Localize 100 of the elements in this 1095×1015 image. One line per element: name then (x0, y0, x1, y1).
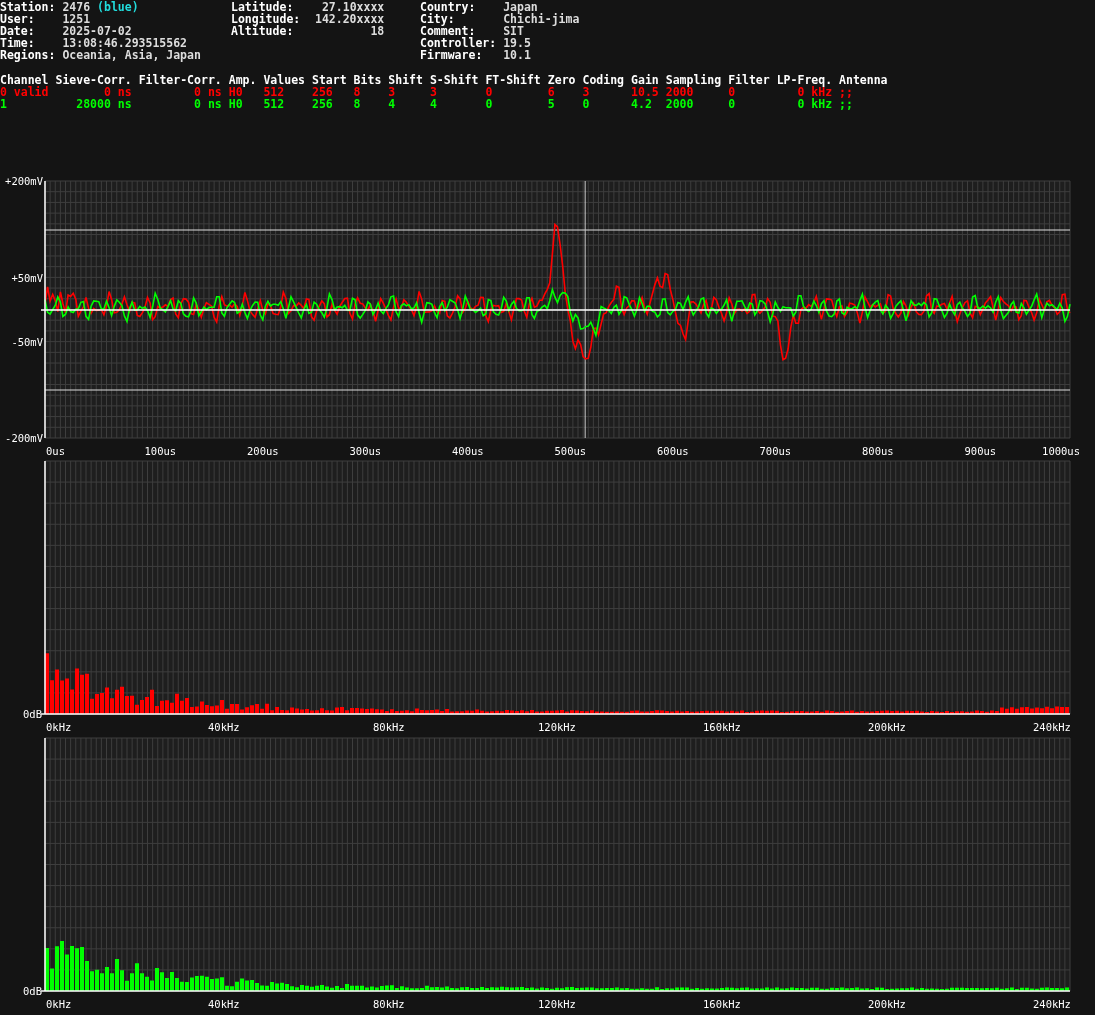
axis-label: 240kHz (1033, 998, 1071, 1010)
table-cell-text: H0 (228, 86, 244, 98)
field-label: Date: (0, 25, 36, 37)
column-header: Shift (388, 74, 430, 86)
axis-label: 40kHz (208, 721, 240, 733)
axis-label: 100us (144, 445, 177, 457)
table-cell-text: ;; (839, 98, 854, 110)
column-header: Coding (582, 74, 632, 86)
column-header: FT-Shift (485, 74, 548, 86)
axis-label: 800us (862, 445, 894, 457)
table-cell: 0 (582, 98, 632, 110)
axis-label: 40kHz (208, 998, 240, 1010)
table-cell-text: 0 kHz (797, 86, 834, 98)
table-cell: 8 (353, 86, 389, 98)
table-cell: 3 (388, 86, 430, 98)
axis-label: 120kHz (538, 721, 576, 733)
table-cell: 8 (353, 98, 389, 110)
column-header: Amp. (228, 74, 264, 86)
column-header: Sieve-Corr. (55, 74, 139, 86)
table-cell-text: ;; (839, 86, 854, 98)
table-cell-text: 6 (547, 86, 556, 98)
column-header: Gain (631, 74, 666, 86)
field-value: Chichi-jima (503, 13, 580, 25)
column-header: Sampling (665, 74, 723, 86)
axis-label: 900us (964, 445, 997, 457)
field-label: Longitude: (231, 13, 301, 25)
table-cell: 0 ns (138, 98, 229, 110)
column-header: Start (312, 74, 354, 86)
axis-label: 300us (349, 445, 382, 457)
column-header: Bits (353, 74, 383, 86)
table-cell: 3 (582, 86, 632, 98)
axis-label: 400us (452, 445, 484, 457)
axis-label: 0dB (23, 708, 42, 720)
table-cell: 256 (312, 98, 354, 110)
field-label: Comment: (420, 25, 476, 37)
field-value: Japan (503, 1, 538, 13)
axis-label: +50mV (11, 272, 43, 284)
axis-label: 120kHz (538, 998, 576, 1010)
table-cell: 0 ns (138, 86, 229, 98)
table-cell: 2000 (665, 98, 729, 110)
field-value: 142.20xxxx (314, 13, 385, 25)
field-label: Firmware: (420, 49, 484, 61)
field-label: City: (420, 13, 455, 25)
table-cell: 512 (263, 98, 312, 110)
axis-label: -200mV (5, 432, 43, 444)
field-value: 19.5 (503, 37, 532, 49)
axis-label: 0kHz (46, 998, 72, 1010)
axis-label: 500us (554, 445, 587, 457)
table-cell-text: H0 (228, 98, 244, 110)
field-value: SIT (503, 25, 524, 37)
column-header: Filter-Corr. (138, 74, 229, 86)
axis-label: 160kHz (703, 721, 741, 733)
axis-label: 0us (46, 445, 65, 457)
table-cell: 2000 (665, 86, 729, 98)
table-cell-text: 0 kHz (796, 98, 834, 110)
field-value: 1251 (62, 13, 91, 25)
axis-label: 240kHz (1033, 721, 1071, 733)
field-value: 13:08:46.293515562 (62, 37, 187, 49)
column-header: Antenna (839, 74, 889, 86)
axis-label: 80kHz (373, 998, 405, 1010)
table-cell-text: 5 (547, 98, 556, 110)
axis-label: -50mV (11, 336, 43, 348)
field-value: 2025-07-02 (62, 25, 132, 37)
table-cell-text: 1 (0, 98, 8, 110)
axis-label: 160kHz (703, 998, 741, 1010)
field-label: Latitude: (231, 1, 294, 13)
field-label: Regions: (0, 49, 56, 61)
table-cell-text: 3 (429, 86, 438, 98)
field-label: Controller: (420, 37, 497, 49)
table-cell: 0 (485, 86, 548, 98)
axis-label: 200kHz (868, 998, 906, 1010)
field-value: 27.10xxxx (320, 1, 385, 13)
field-label: User: (0, 13, 36, 25)
table-cell: 4 (388, 98, 430, 110)
column-header: LP-Freq. (776, 74, 840, 86)
axis-label: 0dB (23, 985, 42, 997)
table-cell-text: 0 (728, 86, 737, 98)
axis-label: 80kHz (373, 721, 405, 733)
axis-label: 700us (759, 445, 792, 457)
table-cell-text: 0 (728, 98, 737, 110)
column-header: Values (263, 74, 312, 86)
field-label: Altitude: (231, 25, 294, 37)
field-value: 10.1 (503, 49, 532, 61)
axis-label: 1000us (1042, 445, 1080, 457)
column-header: Channel (0, 74, 50, 86)
axis-label: +200mV (5, 176, 43, 187)
field-label: Country: (420, 1, 477, 13)
table-cell: 512 (263, 86, 312, 98)
axis-label: 200us (247, 445, 279, 457)
field-value: 18 (369, 25, 385, 37)
station-color-tag: (blue) (97, 1, 139, 13)
table-cell-text: 0 ns (102, 86, 133, 98)
field-value: 2476 (62, 1, 91, 13)
axis-label: 0kHz (46, 721, 72, 733)
table-cell: 10.5 (631, 86, 666, 98)
column-header: Zero (547, 74, 577, 86)
table-cell-text: 28000 ns (75, 98, 133, 110)
column-header: S-Shift (429, 74, 480, 86)
table-cell-text: 0 valid (0, 86, 50, 98)
table-cell: 0 (485, 98, 548, 110)
